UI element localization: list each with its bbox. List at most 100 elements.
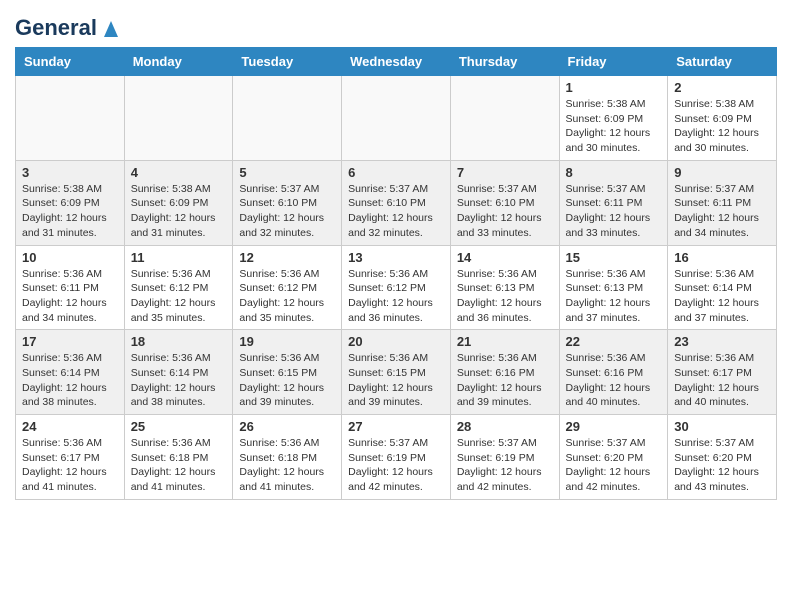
day-number: 12 — [239, 250, 335, 265]
day-info: Sunrise: 5:36 AM Sunset: 6:13 PM Dayligh… — [566, 267, 662, 326]
day-number: 1 — [566, 80, 662, 95]
day-info: Sunrise: 5:37 AM Sunset: 6:19 PM Dayligh… — [457, 436, 553, 495]
calendar-cell: 29Sunrise: 5:37 AM Sunset: 6:20 PM Dayli… — [559, 415, 668, 500]
calendar-cell: 16 Sunrise: 5:36 AM Sunset: 6:14 PM Dayli… — [668, 245, 777, 330]
calendar-cell — [450, 76, 559, 161]
calendar-cell — [124, 76, 233, 161]
day-info: Sunrise: 5:36 AM Sunset: 6:11 PM Dayligh… — [22, 267, 118, 326]
day-number: 28 — [457, 419, 553, 434]
calendar-cell: 24 Sunrise: 5:36 AM Sunset: 6:17 PM Dayli… — [16, 415, 125, 500]
logo: General — [15, 15, 122, 37]
day-info: Sunrise: 5:36 AM Sunset: 6:16 PM Dayligh… — [457, 351, 553, 410]
day-number: 25 — [131, 419, 227, 434]
day-info: Sunrise: 5:36 AM Sunset: 6:15 PM Dayligh… — [348, 351, 444, 410]
day-info: Sunrise: 5:38 AM Sunset: 6:09 PM Dayligh… — [674, 97, 770, 156]
day-info: Sunrise: 5:36 AM Sunset: 6:17 PM Dayligh… — [674, 351, 770, 410]
calendar-cell: 15 Sunrise: 5:36 AM Sunset: 6:13 PM Dayli… — [559, 245, 668, 330]
day-info: Sunrise: 5:37 AM Sunset: 6:20 PM Dayligh… — [566, 436, 662, 495]
day-number: 23 — [674, 334, 770, 349]
weekday-header-thursday: Thursday — [450, 48, 559, 76]
calendar-cell: 14 Sunrise: 5:36 AM Sunset: 6:13 PM Dayli… — [450, 245, 559, 330]
calendar-cell: 30 Sunrise: 5:37 AM Sunset: 6:20 PM Dayli… — [668, 415, 777, 500]
day-info: Sunrise: 5:37 AM Sunset: 6:19 PM Dayligh… — [348, 436, 444, 495]
day-number: 7 — [457, 165, 553, 180]
week-row-3: 10 Sunrise: 5:36 AM Sunset: 6:11 PM Dayli… — [16, 245, 777, 330]
week-row-1: 1 Sunrise: 5:38 AM Sunset: 6:09 PM Daylig… — [16, 76, 777, 161]
day-number: 10 — [22, 250, 118, 265]
day-info: Sunrise: 5:36 AM Sunset: 6:16 PM Dayligh… — [566, 351, 662, 410]
calendar-cell: 2 Sunrise: 5:38 AM Sunset: 6:09 PM Daylig… — [668, 76, 777, 161]
calendar-cell: 3 Sunrise: 5:38 AM Sunset: 6:09 PM Daylig… — [16, 160, 125, 245]
logo-general: General — [15, 15, 97, 41]
day-info: Sunrise: 5:36 AM Sunset: 6:14 PM Dayligh… — [22, 351, 118, 410]
calendar-cell: 1 Sunrise: 5:38 AM Sunset: 6:09 PM Daylig… — [559, 76, 668, 161]
day-info: Sunrise: 5:36 AM Sunset: 6:14 PM Dayligh… — [674, 267, 770, 326]
calendar-cell: 12Sunrise: 5:36 AM Sunset: 6:12 PM Dayli… — [233, 245, 342, 330]
day-info: Sunrise: 5:38 AM Sunset: 6:09 PM Dayligh… — [566, 97, 662, 156]
calendar-cell: 25Sunrise: 5:36 AM Sunset: 6:18 PM Dayli… — [124, 415, 233, 500]
day-info: Sunrise: 5:36 AM Sunset: 6:13 PM Dayligh… — [457, 267, 553, 326]
weekday-header-monday: Monday — [124, 48, 233, 76]
day-number: 8 — [566, 165, 662, 180]
day-info: Sunrise: 5:37 AM Sunset: 6:10 PM Dayligh… — [348, 182, 444, 241]
calendar-cell: 27 Sunrise: 5:37 AM Sunset: 6:19 PM Dayli… — [342, 415, 451, 500]
day-info: Sunrise: 5:36 AM Sunset: 6:12 PM Dayligh… — [131, 267, 227, 326]
calendar-cell: 11 Sunrise: 5:36 AM Sunset: 6:12 PM Dayli… — [124, 245, 233, 330]
day-number: 27 — [348, 419, 444, 434]
calendar-cell: 22 Sunrise: 5:36 AM Sunset: 6:16 PM Dayli… — [559, 330, 668, 415]
week-row-4: 17 Sunrise: 5:36 AM Sunset: 6:14 PM Dayli… — [16, 330, 777, 415]
day-number: 15 — [566, 250, 662, 265]
day-info: Sunrise: 5:37 AM Sunset: 6:10 PM Dayligh… — [457, 182, 553, 241]
day-number: 17 — [22, 334, 118, 349]
weekday-header-tuesday: Tuesday — [233, 48, 342, 76]
day-info: Sunrise: 5:38 AM Sunset: 6:09 PM Dayligh… — [22, 182, 118, 241]
day-number: 16 — [674, 250, 770, 265]
calendar-cell: 26Sunrise: 5:36 AM Sunset: 6:18 PM Dayli… — [233, 415, 342, 500]
day-info: Sunrise: 5:36 AM Sunset: 6:18 PM Dayligh… — [239, 436, 335, 495]
calendar-cell: 17 Sunrise: 5:36 AM Sunset: 6:14 PM Dayli… — [16, 330, 125, 415]
calendar-cell: 10 Sunrise: 5:36 AM Sunset: 6:11 PM Dayli… — [16, 245, 125, 330]
calendar-cell: 8 Sunrise: 5:37 AM Sunset: 6:11 PM Daylig… — [559, 160, 668, 245]
day-info: Sunrise: 5:36 AM Sunset: 6:12 PM Dayligh… — [348, 267, 444, 326]
calendar-cell: 4 Sunrise: 5:38 AM Sunset: 6:09 PM Daylig… — [124, 160, 233, 245]
day-number: 2 — [674, 80, 770, 95]
calendar-cell: 9Sunrise: 5:37 AM Sunset: 6:11 PM Daylig… — [668, 160, 777, 245]
day-number: 30 — [674, 419, 770, 434]
day-number: 19 — [239, 334, 335, 349]
day-number: 5 — [239, 165, 335, 180]
day-number: 22 — [566, 334, 662, 349]
weekday-header-sunday: Sunday — [16, 48, 125, 76]
day-number: 3 — [22, 165, 118, 180]
weekday-header-wednesday: Wednesday — [342, 48, 451, 76]
header: General — [15, 15, 777, 37]
calendar-cell: 20 Sunrise: 5:36 AM Sunset: 6:15 PM Dayli… — [342, 330, 451, 415]
day-number: 4 — [131, 165, 227, 180]
calendar-cell: 19 Sunrise: 5:36 AM Sunset: 6:15 PM Dayli… — [233, 330, 342, 415]
day-number: 11 — [131, 250, 227, 265]
day-info: Sunrise: 5:36 AM Sunset: 6:17 PM Dayligh… — [22, 436, 118, 495]
calendar-cell: 21 Sunrise: 5:36 AM Sunset: 6:16 PM Dayli… — [450, 330, 559, 415]
day-number: 14 — [457, 250, 553, 265]
day-number: 6 — [348, 165, 444, 180]
day-number: 24 — [22, 419, 118, 434]
calendar-cell: 7 Sunrise: 5:37 AM Sunset: 6:10 PM Daylig… — [450, 160, 559, 245]
day-info: Sunrise: 5:36 AM Sunset: 6:14 PM Dayligh… — [131, 351, 227, 410]
calendar-cell — [233, 76, 342, 161]
day-number: 20 — [348, 334, 444, 349]
day-info: Sunrise: 5:36 AM Sunset: 6:15 PM Dayligh… — [239, 351, 335, 410]
calendar-cell: 28 Sunrise: 5:37 AM Sunset: 6:19 PM Dayli… — [450, 415, 559, 500]
week-row-5: 24 Sunrise: 5:36 AM Sunset: 6:17 PM Dayli… — [16, 415, 777, 500]
calendar-cell: 18Sunrise: 5:36 AM Sunset: 6:14 PM Dayli… — [124, 330, 233, 415]
day-info: Sunrise: 5:38 AM Sunset: 6:09 PM Dayligh… — [131, 182, 227, 241]
weekday-header-friday: Friday — [559, 48, 668, 76]
calendar: SundayMondayTuesdayWednesdayThursdayFrid… — [15, 47, 777, 500]
day-info: Sunrise: 5:37 AM Sunset: 6:20 PM Dayligh… — [674, 436, 770, 495]
calendar-cell: 6 Sunrise: 5:37 AM Sunset: 6:10 PM Daylig… — [342, 160, 451, 245]
weekday-header-row: SundayMondayTuesdayWednesdayThursdayFrid… — [16, 48, 777, 76]
logo-arrow-icon — [100, 17, 122, 39]
weekday-header-saturday: Saturday — [668, 48, 777, 76]
day-number: 21 — [457, 334, 553, 349]
calendar-cell: 23 Sunrise: 5:36 AM Sunset: 6:17 PM Dayli… — [668, 330, 777, 415]
day-info: Sunrise: 5:37 AM Sunset: 6:11 PM Dayligh… — [566, 182, 662, 241]
day-info: Sunrise: 5:37 AM Sunset: 6:11 PM Dayligh… — [674, 182, 770, 241]
